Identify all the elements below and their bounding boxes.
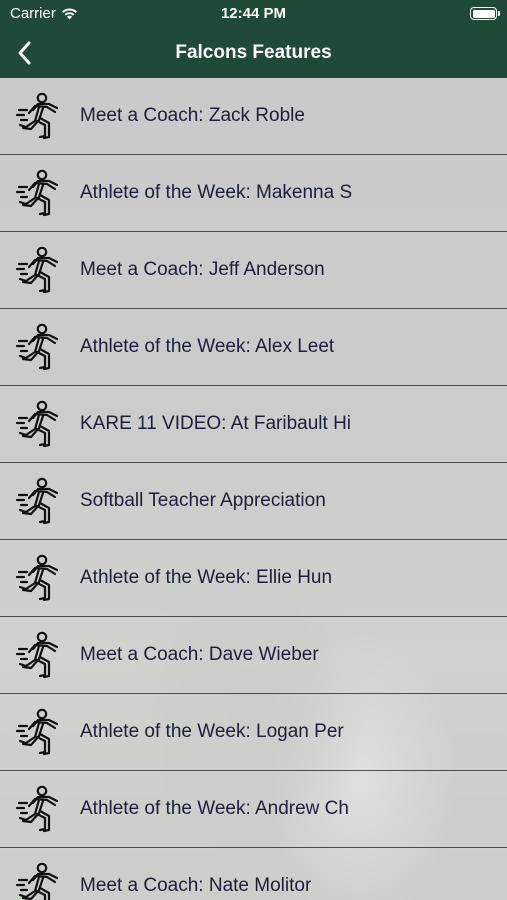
battery-fill — [472, 9, 495, 18]
running-figure-icon — [0, 694, 80, 771]
running-figure-icon — [0, 78, 80, 155]
running-figure-icon — [0, 155, 80, 232]
running-figure-icon — [0, 848, 80, 900]
list-item-label: Athlete of the Week: Logan Per — [80, 721, 344, 742]
list-item-label: Meet a Coach: Nate Molitor — [80, 875, 312, 896]
list-item-label: Meet a Coach: Jeff Anderson — [80, 259, 325, 280]
running-figure-icon — [0, 309, 80, 386]
list-item-label: Softball Teacher Appreciation — [80, 490, 326, 511]
running-figure-icon — [0, 232, 80, 309]
list-item[interactable]: Athlete of the Week: Logan Per — [0, 694, 507, 771]
list-item-label: Meet a Coach: Dave Wieber — [80, 644, 319, 665]
list-item[interactable]: Athlete of the Week: Makenna S — [0, 155, 507, 232]
list-item-label: Athlete of the Week: Ellie Hun — [80, 567, 333, 588]
features-list: Meet a Coach: Zack Roble Athlete of the … — [0, 78, 507, 900]
list-item[interactable]: Softball Teacher Appreciation — [0, 463, 507, 540]
page-title: Falcons Features — [175, 42, 332, 63]
list-item[interactable]: Athlete of the Week: Andrew Ch — [0, 771, 507, 848]
chevron-left-icon — [18, 41, 31, 65]
running-figure-icon — [0, 386, 80, 463]
list-item-label: Athlete of the Week: Andrew Ch — [80, 798, 349, 819]
list-item-label: KARE 11 VIDEO: At Faribault Hi — [80, 413, 352, 434]
list-item-label: Athlete of the Week: Alex Leet — [80, 336, 335, 357]
status-bar: Carrier 12:44 PM — [0, 0, 507, 28]
list-item[interactable]: Athlete of the Week: Ellie Hun — [0, 540, 507, 617]
running-figure-icon — [0, 540, 80, 617]
running-figure-icon — [0, 617, 80, 694]
running-figure-icon — [0, 463, 80, 540]
list-item[interactable]: Meet a Coach: Nate Molitor — [0, 848, 507, 900]
list-item-label: Meet a Coach: Zack Roble — [80, 105, 305, 126]
list-item[interactable]: Meet a Coach: Dave Wieber — [0, 617, 507, 694]
running-figure-icon — [0, 771, 80, 848]
list-item-label: Athlete of the Week: Makenna S — [80, 182, 353, 203]
battery-icon — [470, 7, 500, 20]
back-button[interactable] — [8, 36, 42, 70]
list-item[interactable]: Meet a Coach: Jeff Anderson — [0, 232, 507, 309]
clock: 12:44 PM — [220, 5, 287, 22]
list-item[interactable]: Meet a Coach: Zack Roble — [0, 78, 507, 155]
navigation-bar: Falcons Features — [0, 28, 507, 78]
list-item[interactable]: Athlete of the Week: Alex Leet — [0, 309, 507, 386]
list-item[interactable]: KARE 11 VIDEO: At Faribault Hi — [0, 386, 507, 463]
